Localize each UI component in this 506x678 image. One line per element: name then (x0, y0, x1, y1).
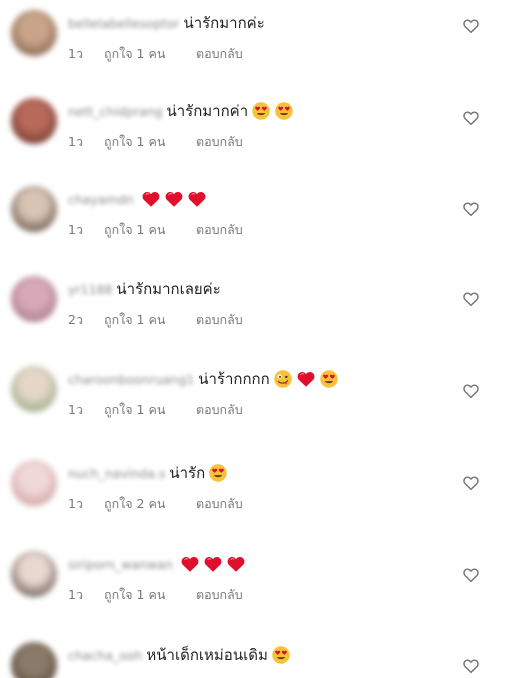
comment-timestamp: 1ว (68, 134, 83, 149)
like-heart-icon[interactable] (462, 657, 480, 675)
comment-list: bellelabellesoptor น่ารักมากค่ะ 1ว ถูกใจ 1 … (0, 0, 506, 678)
like-heart-icon[interactable] (462, 200, 480, 218)
comment-meta: 1ว ถูกใจ 1 คน ตอบกลับ (68, 132, 243, 152)
comment-content: yr1188 น่ารักมากเลยค่ะ 2ว ถูกใจ 1 คน ตอบกลับ (68, 274, 456, 344)
comment-line: charoonboonruang1 น่าร้ากกกก (68, 366, 339, 392)
red-heart-emoji (180, 554, 200, 574)
avatar[interactable] (11, 551, 57, 597)
heart-eyes-emoji (319, 369, 339, 389)
comment-timestamp: 1ว (68, 46, 83, 61)
comment-text: น่ารักมากค่า (166, 102, 249, 120)
comment-text: หน้าเด็กเหม่อนเดิม (146, 646, 268, 664)
comment-meta: 2ว ถูกใจ 1 คน ตอบกลับ (68, 310, 243, 330)
comment-content: nuch_navinda.s น่ารัก 1ว ถูกใจ 2 คน ตอบกลับ (68, 458, 456, 528)
comment-item: nuch_navinda.s น่ารัก 1ว ถูกใจ 2 คน ตอบกลับ (0, 458, 506, 528)
comment-meta: 1ว ถูกใจ 1 คน ตอบกลับ (68, 585, 243, 605)
username-link[interactable]: nett_chidprang (68, 104, 162, 119)
like-count-link[interactable]: ถูกใจ 2 คน (104, 494, 196, 514)
like-heart-icon[interactable] (462, 566, 480, 584)
comment-timestamp: 2ว (68, 312, 83, 327)
reply-button[interactable]: ตอบกลับ (196, 220, 243, 240)
comment-item: chayamdn 1ว ถูกใจ 1 คน ตอบกลับ (0, 184, 506, 254)
like-heart-icon[interactable] (462, 382, 480, 400)
comment-content: siriporn_wanwan 1ว ถูกใจ 1 คน ตอบกลับ (68, 549, 456, 619)
username-link[interactable]: chayamdn (68, 192, 134, 207)
comment-line: chacha_ooh หน้าเด็กเหม่อนเดิม (68, 642, 291, 668)
comment-text: น่าร้ากกกก (198, 370, 270, 388)
comment-line: yr1188 น่ารักมากเลยค่ะ (68, 276, 221, 302)
red-heart-emoji (296, 369, 316, 389)
red-heart-emoji (141, 189, 161, 209)
reply-button[interactable]: ตอบกลับ (196, 310, 243, 330)
comment-item: siriporn_wanwan 1ว ถูกใจ 1 คน ตอบกลับ (0, 549, 506, 619)
like-count-link[interactable]: ถูกใจ 1 คน (104, 132, 196, 152)
like-heart-icon[interactable] (462, 290, 480, 308)
comment-content: chacha_ooh หน้าเด็กเหม่อนเดิม (68, 640, 456, 678)
comment-meta: 1ว ถูกใจ 2 คน ตอบกลับ (68, 494, 243, 514)
comment-content: chayamdn 1ว ถูกใจ 1 คน ตอบกลับ (68, 184, 456, 254)
comment-line: nuch_navinda.s น่ารัก (68, 460, 228, 486)
red-heart-emoji (226, 554, 246, 574)
avatar[interactable] (11, 98, 57, 144)
username-link[interactable]: chacha_ooh (68, 648, 142, 663)
comment-item: yr1188 น่ารักมากเลยค่ะ 2ว ถูกใจ 1 คน ตอบกลับ (0, 274, 506, 344)
comment-line: chayamdn (68, 186, 207, 212)
comment-meta: 1ว ถูกใจ 1 คน ตอบกลับ (68, 220, 243, 240)
avatar[interactable] (11, 642, 57, 678)
comment-line: nett_chidprang น่ารักมากค่า (68, 98, 294, 124)
comment-content: nett_chidprang น่ารักมากค่า 1ว ถูกใจ 1 คน ตอ… (68, 96, 456, 166)
like-count-link[interactable]: ถูกใจ 1 คน (104, 400, 196, 420)
reply-button[interactable]: ตอบกลับ (196, 132, 243, 152)
heart-eyes-emoji (274, 101, 294, 121)
avatar[interactable] (11, 276, 57, 322)
comment-text: น่ารัก (169, 464, 206, 482)
like-heart-icon[interactable] (462, 17, 480, 35)
reply-button[interactable]: ตอบกลับ (196, 44, 243, 64)
comment-timestamp: 1ว (68, 222, 83, 237)
avatar[interactable] (11, 460, 57, 506)
like-heart-icon[interactable] (462, 474, 480, 492)
comment-item: nett_chidprang น่ารักมากค่า 1ว ถูกใจ 1 คน ตอ… (0, 96, 506, 166)
comment-text: น่ารักมากเลยค่ะ (116, 280, 221, 298)
comment-meta: 1ว ถูกใจ 1 คน ตอบกลับ (68, 400, 243, 420)
heart-eyes-emoji (208, 463, 228, 483)
like-count-link[interactable]: ถูกใจ 1 คน (104, 220, 196, 240)
comment-item: chacha_ooh หน้าเด็กเหม่อนเดิม (0, 640, 506, 678)
avatar[interactable] (11, 186, 57, 232)
like-count-link[interactable]: ถูกใจ 1 คน (104, 310, 196, 330)
like-count-link[interactable]: ถูกใจ 1 คน (104, 585, 196, 605)
comment-timestamp: 1ว (68, 402, 83, 417)
comment-text: น่ารักมากค่ะ (183, 14, 265, 32)
like-count-link[interactable]: ถูกใจ 1 คน (104, 44, 196, 64)
username-link[interactable]: charoonboonruang1 (68, 372, 194, 387)
username-link[interactable]: yr1188 (68, 282, 112, 297)
reply-button[interactable]: ตอบกลับ (196, 400, 243, 420)
comment-timestamp: 1ว (68, 496, 83, 511)
heart-eyes-emoji (251, 101, 271, 121)
comment-line: bellelabellesoptor น่ารักมากค่ะ (68, 10, 265, 36)
username-link[interactable]: nuch_navinda.s (68, 466, 165, 481)
reply-button[interactable]: ตอบกลับ (196, 585, 243, 605)
avatar[interactable] (11, 10, 57, 56)
comment-item: bellelabellesoptor น่ารักมากค่ะ 1ว ถูกใจ 1 … (0, 8, 506, 78)
avatar[interactable] (11, 366, 57, 412)
comment-meta: 1ว ถูกใจ 1 คน ตอบกลับ (68, 44, 243, 64)
zany-face-emoji (273, 369, 293, 389)
comment-line: siriporn_wanwan (68, 551, 246, 577)
comment-content: bellelabellesoptor น่ารักมากค่ะ 1ว ถูกใจ 1 … (68, 8, 456, 78)
red-heart-emoji (164, 189, 184, 209)
red-heart-emoji (187, 189, 207, 209)
username-link[interactable]: siriporn_wanwan (68, 557, 173, 572)
username-link[interactable]: bellelabellesoptor (68, 16, 179, 31)
like-heart-icon[interactable] (462, 109, 480, 127)
comment-content: charoonboonruang1 น่าร้ากกกก 1ว ถูกใจ 1 คนต… (68, 364, 456, 434)
comment-timestamp: 1ว (68, 587, 83, 602)
heart-eyes-emoji (271, 645, 291, 665)
reply-button[interactable]: ตอบกลับ (196, 494, 243, 514)
comment-item: charoonboonruang1 น่าร้ากกกก 1ว ถูกใจ 1 คนต… (0, 364, 506, 434)
red-heart-emoji (203, 554, 223, 574)
